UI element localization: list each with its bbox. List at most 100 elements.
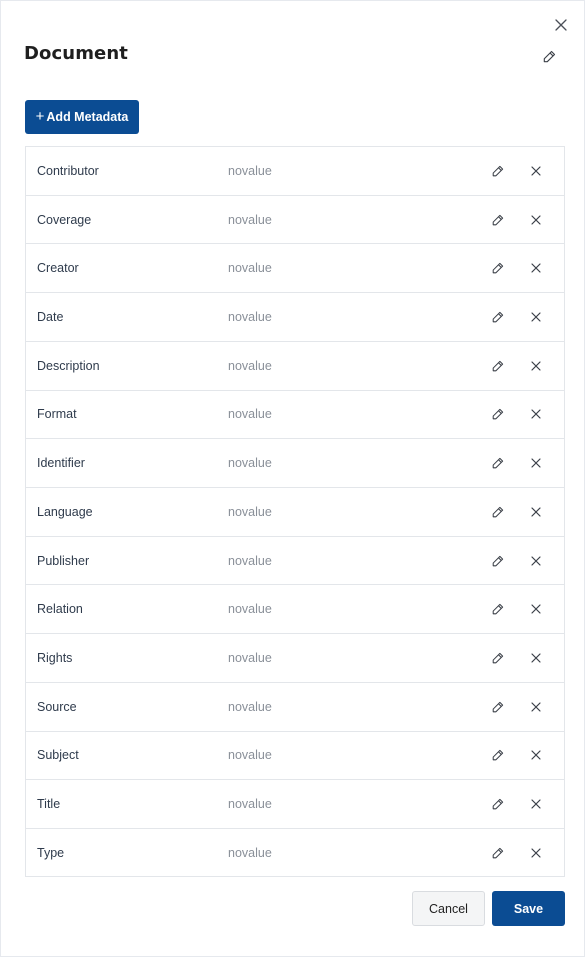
add-metadata-button[interactable]: + Add Metadata	[25, 100, 139, 134]
delete-row-button[interactable]	[526, 697, 546, 717]
edit-row-button[interactable]	[488, 210, 508, 230]
pencil-icon	[543, 50, 555, 62]
delete-row-button[interactable]	[526, 404, 546, 424]
close-icon	[531, 263, 541, 273]
metadata-field-value: novalue	[228, 358, 272, 373]
metadata-row: Date novalue	[26, 293, 564, 342]
metadata-field-name: Language	[37, 504, 93, 519]
delete-row-button[interactable]	[526, 794, 546, 814]
edit-row-button[interactable]	[488, 502, 508, 522]
close-icon	[531, 604, 541, 614]
delete-row-button[interactable]	[526, 843, 546, 863]
metadata-field-name: Format	[37, 407, 77, 422]
pencil-icon	[492, 848, 504, 859]
metadata-row: Description novalue	[26, 342, 564, 391]
delete-row-button[interactable]	[526, 648, 546, 668]
metadata-field-name: Contributor	[37, 163, 99, 178]
close-icon	[531, 409, 541, 420]
pencil-icon	[492, 263, 504, 274]
metadata-row: Source novalue	[26, 683, 564, 732]
pencil-icon	[492, 701, 504, 713]
close-icon	[531, 848, 541, 859]
metadata-field-value: novalue	[228, 602, 272, 617]
pencil-icon	[492, 555, 504, 566]
dialog-title: Document	[24, 43, 128, 64]
edit-row-button[interactable]	[488, 599, 508, 619]
edit-title-button[interactable]	[537, 44, 561, 68]
metadata-row: Subject novalue	[26, 732, 564, 781]
metadata-row: Publisher novalue	[26, 537, 564, 586]
edit-row-button[interactable]	[488, 258, 508, 278]
edit-row-button[interactable]	[488, 161, 508, 181]
metadata-field-name: Type	[37, 846, 65, 861]
close-icon	[531, 799, 541, 809]
edit-row-button[interactable]	[488, 843, 508, 863]
pencil-icon	[492, 311, 504, 323]
delete-row-button[interactable]	[526, 356, 546, 376]
plus-icon: +	[35, 108, 45, 125]
edit-row-button[interactable]	[488, 551, 508, 571]
delete-row-button[interactable]	[526, 599, 546, 619]
close-icon	[531, 214, 541, 225]
close-icon	[531, 361, 541, 371]
metadata-field-value: novalue	[228, 310, 272, 325]
edit-row-button[interactable]	[488, 453, 508, 473]
edit-row-button[interactable]	[488, 307, 508, 327]
delete-row-button[interactable]	[526, 502, 546, 522]
metadata-field-value: novalue	[228, 456, 272, 471]
edit-row-button[interactable]	[488, 697, 508, 717]
delete-row-button[interactable]	[526, 745, 546, 765]
pencil-icon	[492, 506, 504, 518]
metadata-field-value: novalue	[228, 748, 272, 763]
close-icon	[555, 19, 567, 31]
edit-row-button[interactable]	[488, 794, 508, 814]
pencil-icon	[492, 799, 504, 810]
metadata-table: Contributor novalue Coverage novalue Cre…	[25, 146, 565, 877]
close-icon	[531, 166, 541, 176]
delete-row-button[interactable]	[526, 551, 546, 571]
metadata-field-value: novalue	[228, 261, 272, 276]
delete-row-button[interactable]	[526, 161, 546, 181]
pencil-icon	[492, 409, 504, 420]
close-icon	[531, 702, 541, 712]
metadata-field-value: novalue	[228, 163, 272, 178]
metadata-field-name: Source	[37, 699, 77, 714]
close-icon	[531, 556, 541, 566]
metadata-row: Identifier novalue	[26, 439, 564, 489]
cancel-button[interactable]: Cancel	[412, 891, 485, 926]
metadata-row: Rights novalue	[26, 634, 564, 683]
metadata-field-value: novalue	[228, 212, 272, 227]
pencil-icon	[492, 458, 504, 469]
delete-row-button[interactable]	[526, 307, 546, 327]
pencil-icon	[492, 604, 504, 615]
edit-row-button[interactable]	[488, 356, 508, 376]
metadata-field-value: novalue	[228, 407, 272, 422]
save-button[interactable]: Save	[492, 891, 565, 926]
edit-row-button[interactable]	[488, 648, 508, 668]
add-metadata-label: Add Metadata	[46, 110, 129, 124]
close-icon	[531, 458, 541, 468]
pencil-icon	[492, 360, 504, 372]
metadata-row: Contributor novalue	[26, 147, 564, 196]
metadata-field-name: Title	[37, 797, 61, 812]
pencil-icon	[492, 214, 504, 225]
metadata-dialog: Document + Add Metadata Contributor nova…	[0, 0, 585, 957]
metadata-row: Format novalue	[26, 391, 564, 440]
metadata-field-name: Date	[37, 310, 64, 325]
metadata-field-value: novalue	[228, 651, 272, 666]
metadata-field-value: novalue	[228, 797, 272, 812]
delete-row-button[interactable]	[526, 453, 546, 473]
close-dialog-button[interactable]	[549, 13, 573, 37]
metadata-field-value: novalue	[228, 699, 272, 714]
metadata-row: Type novalue	[26, 829, 564, 878]
delete-row-button[interactable]	[526, 258, 546, 278]
delete-row-button[interactable]	[526, 210, 546, 230]
metadata-row: Coverage novalue	[26, 196, 564, 245]
metadata-field-name: Coverage	[37, 212, 92, 227]
edit-row-button[interactable]	[488, 745, 508, 765]
metadata-field-name: Rights	[37, 651, 73, 666]
metadata-row: Relation novalue	[26, 585, 564, 635]
edit-row-button[interactable]	[488, 404, 508, 424]
close-icon	[531, 507, 541, 517]
metadata-field-name: Creator	[37, 261, 79, 276]
